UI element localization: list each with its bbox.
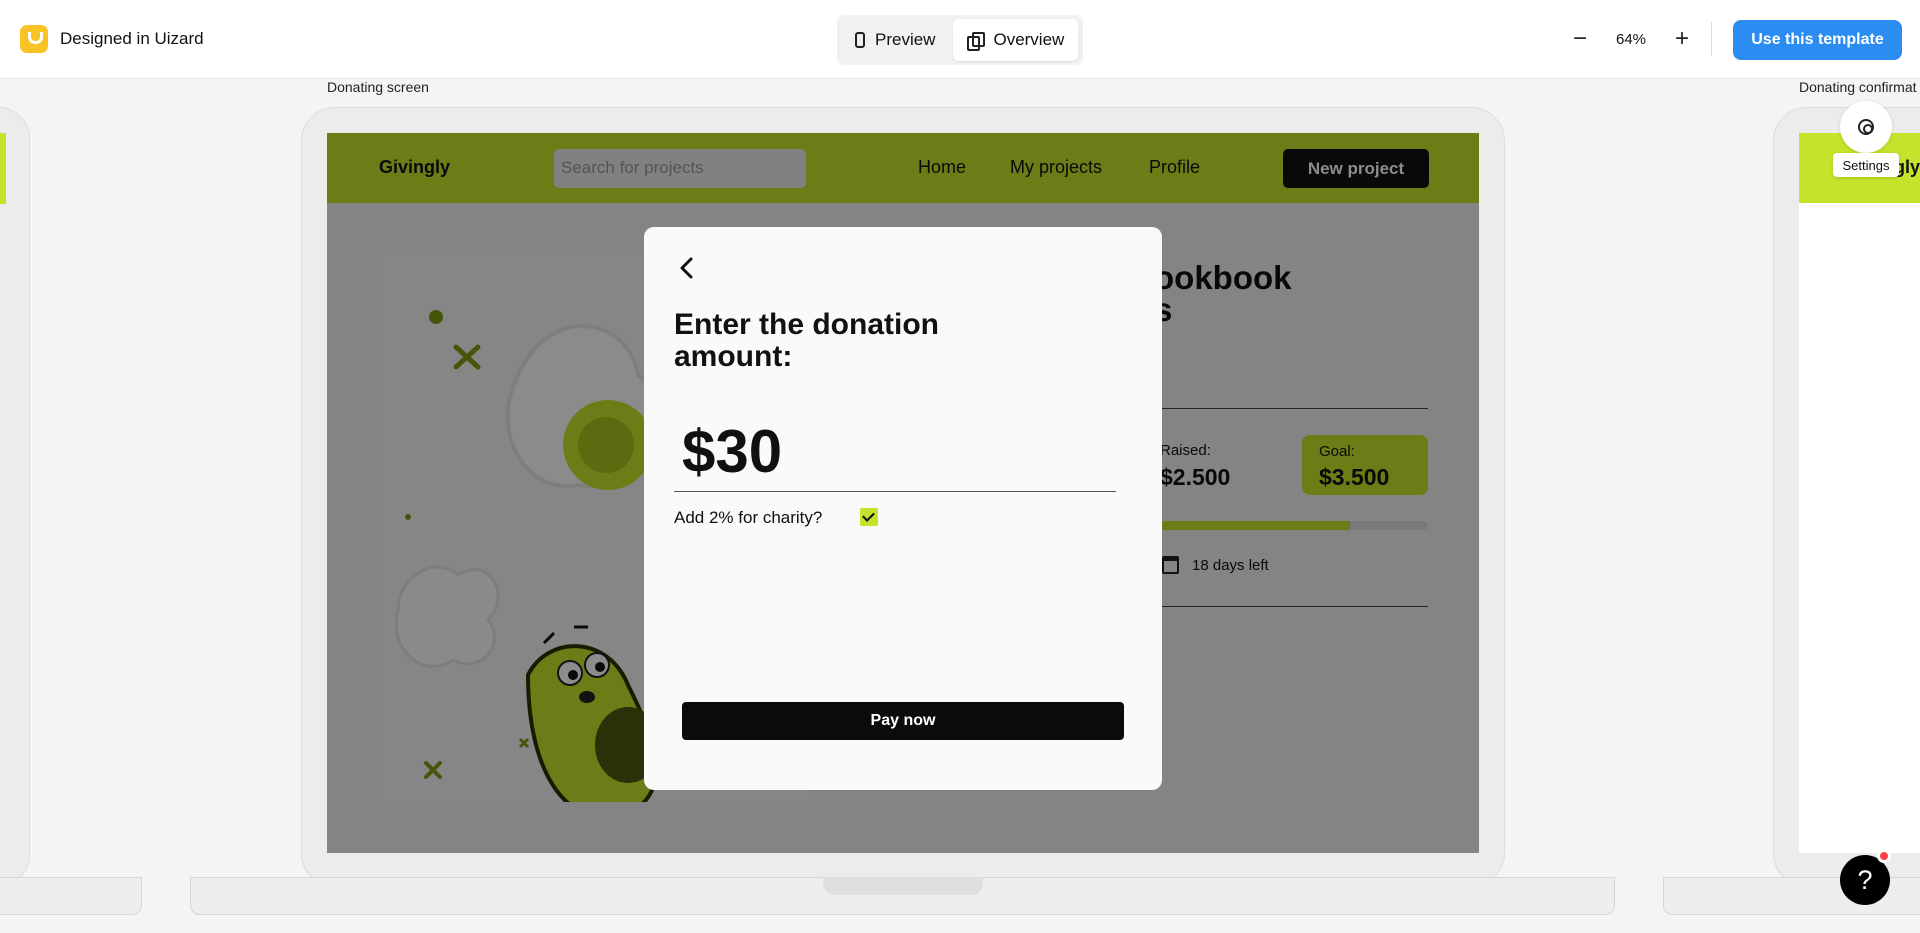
gear-icon (1858, 119, 1874, 135)
laptop-notch (823, 877, 983, 895)
amount-underline (674, 491, 1116, 492)
toolbar-divider (1711, 22, 1712, 56)
left-laptop-base (0, 877, 142, 915)
uizard-logo-icon (20, 25, 48, 53)
settings-tooltip: Settings (1833, 153, 1899, 177)
frame-label-center: Donating screen (327, 79, 429, 95)
charity-checkbox[interactable] (860, 508, 878, 526)
brand[interactable]: Designed in Uizard (20, 25, 204, 53)
left-laptop-body (0, 107, 30, 887)
zoom-out-button[interactable]: − (1568, 24, 1592, 54)
left-frame-screen (0, 133, 6, 204)
phone-icon (855, 32, 865, 48)
overview-label: Overview (993, 30, 1065, 49)
donation-amount-input[interactable]: $30 (682, 417, 782, 486)
back-chevron-icon[interactable] (674, 255, 700, 281)
overview-tab[interactable]: Overview (953, 19, 1079, 61)
donation-modal: Enter the donation amount: $30 Add 2% fo… (644, 227, 1162, 790)
modal-title: Enter the donation amount: (674, 308, 939, 373)
charity-label: Add 2% for charity? (674, 508, 823, 527)
frame-label-right: Donating confirmat (1799, 79, 1917, 95)
preview-label: Preview (875, 30, 936, 49)
zoom-level: 64% (1616, 30, 1647, 48)
pages-icon (967, 32, 986, 51)
pay-now-button[interactable]: Pay now (682, 702, 1124, 740)
zoom-in-button[interactable]: + (1670, 24, 1694, 54)
zoom-control: − 64% + (1568, 24, 1694, 54)
top-bar: Designed in Uizard Preview Overview − 64… (0, 0, 1920, 79)
use-template-button[interactable]: Use this template (1733, 20, 1902, 60)
preview-tab[interactable]: Preview (841, 19, 949, 61)
notification-dot (1877, 849, 1891, 863)
right-frame-screen: gly (1799, 133, 1920, 853)
app-title: Designed in Uizard (60, 29, 204, 48)
settings-button[interactable] (1840, 101, 1892, 153)
view-switcher: Preview Overview (837, 15, 1083, 65)
